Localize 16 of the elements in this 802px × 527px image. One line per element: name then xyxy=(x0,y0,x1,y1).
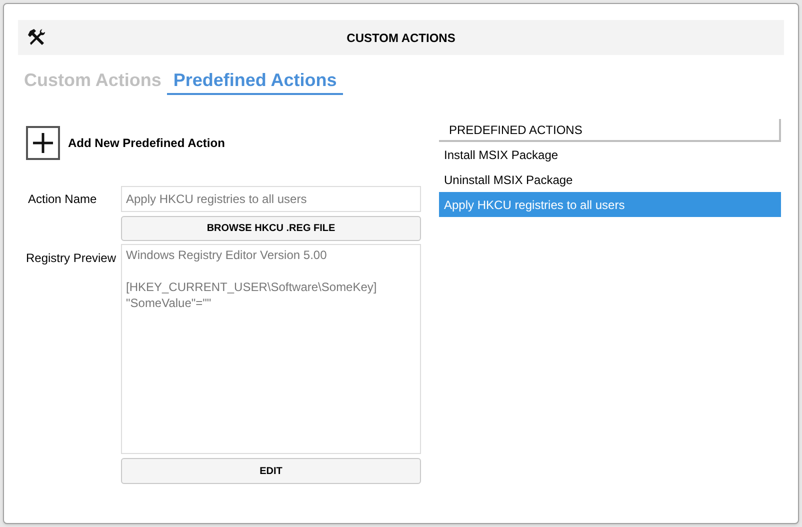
registry-preview-field[interactable]: Windows Registry Editor Version 5.00 [HKEY_CURRENT_USER\Software\SomeKey] "SomeValue"="" xyxy=(121,244,421,454)
list-header: PREDEFINED ACTIONS xyxy=(439,119,781,142)
list-item[interactable]: Apply HKCU registries to all users xyxy=(439,192,781,217)
add-button[interactable] xyxy=(26,126,60,160)
edit-button[interactable]: EDIT xyxy=(121,458,421,484)
tab[interactable]: Predefined Actions xyxy=(167,68,343,95)
browse-button[interactable]: BROWSE HKCU .REG FILE xyxy=(121,216,421,241)
list-item[interactable]: Uninstall MSIX Package xyxy=(439,167,781,192)
header-title: CUSTOM ACTIONS xyxy=(346,30,456,46)
field-label: Action Name xyxy=(27,191,98,208)
action-name-field[interactable]: Apply HKCU registries to all users xyxy=(121,186,421,212)
add-action-label: Add New Predefined Action xyxy=(68,135,225,152)
tools-icon xyxy=(27,27,47,47)
field-label: Registry Preview xyxy=(25,250,118,267)
list-item[interactable]: Install MSIX Package xyxy=(439,142,781,167)
plus-icon xyxy=(32,132,54,154)
